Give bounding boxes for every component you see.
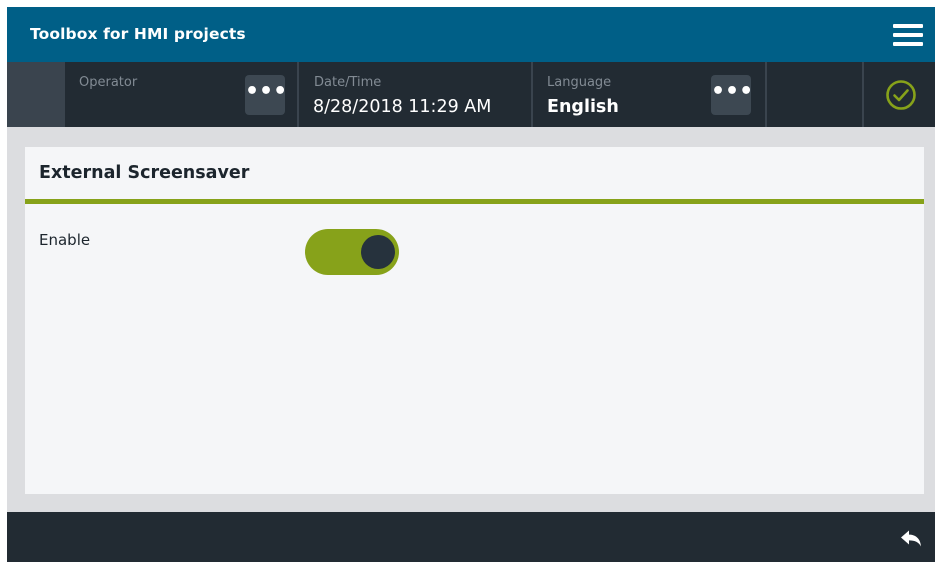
hamburger-menu-icon[interactable] bbox=[893, 24, 923, 46]
toggle-knob bbox=[361, 235, 395, 269]
panel-title-divider bbox=[25, 199, 924, 204]
reply-arrow-icon[interactable] bbox=[900, 530, 922, 548]
bottom-bar bbox=[7, 512, 935, 562]
app-title: Toolbox for HMI projects bbox=[30, 25, 246, 43]
status-bar: Operator ••• Date/Time 8/28/2018 11:29 A… bbox=[7, 62, 935, 127]
screensaver-panel: External Screensaver Enable bbox=[25, 147, 924, 494]
language-value: English bbox=[547, 97, 619, 117]
status-bar-edge bbox=[7, 62, 65, 127]
operator-label: Operator bbox=[79, 75, 138, 90]
status-divider bbox=[765, 62, 767, 127]
title-bar: Toolbox for HMI projects bbox=[7, 7, 935, 62]
status-divider bbox=[531, 62, 533, 127]
app-frame: Toolbox for HMI projects Operator ••• Da… bbox=[7, 7, 935, 562]
language-more-button[interactable]: ••• bbox=[711, 75, 753, 115]
datetime-label: Date/Time bbox=[314, 75, 382, 90]
panel-title: External Screensaver bbox=[39, 163, 250, 183]
operator-more-button[interactable]: ••• bbox=[245, 75, 287, 115]
language-label: Language bbox=[547, 75, 612, 90]
enable-label: Enable bbox=[39, 231, 91, 249]
datetime-value: 8/28/2018 11:29 AM bbox=[313, 97, 492, 117]
status-divider bbox=[862, 62, 864, 127]
checkmark-circle-icon[interactable] bbox=[885, 79, 917, 111]
enable-toggle[interactable] bbox=[305, 229, 399, 275]
status-divider bbox=[297, 62, 299, 127]
